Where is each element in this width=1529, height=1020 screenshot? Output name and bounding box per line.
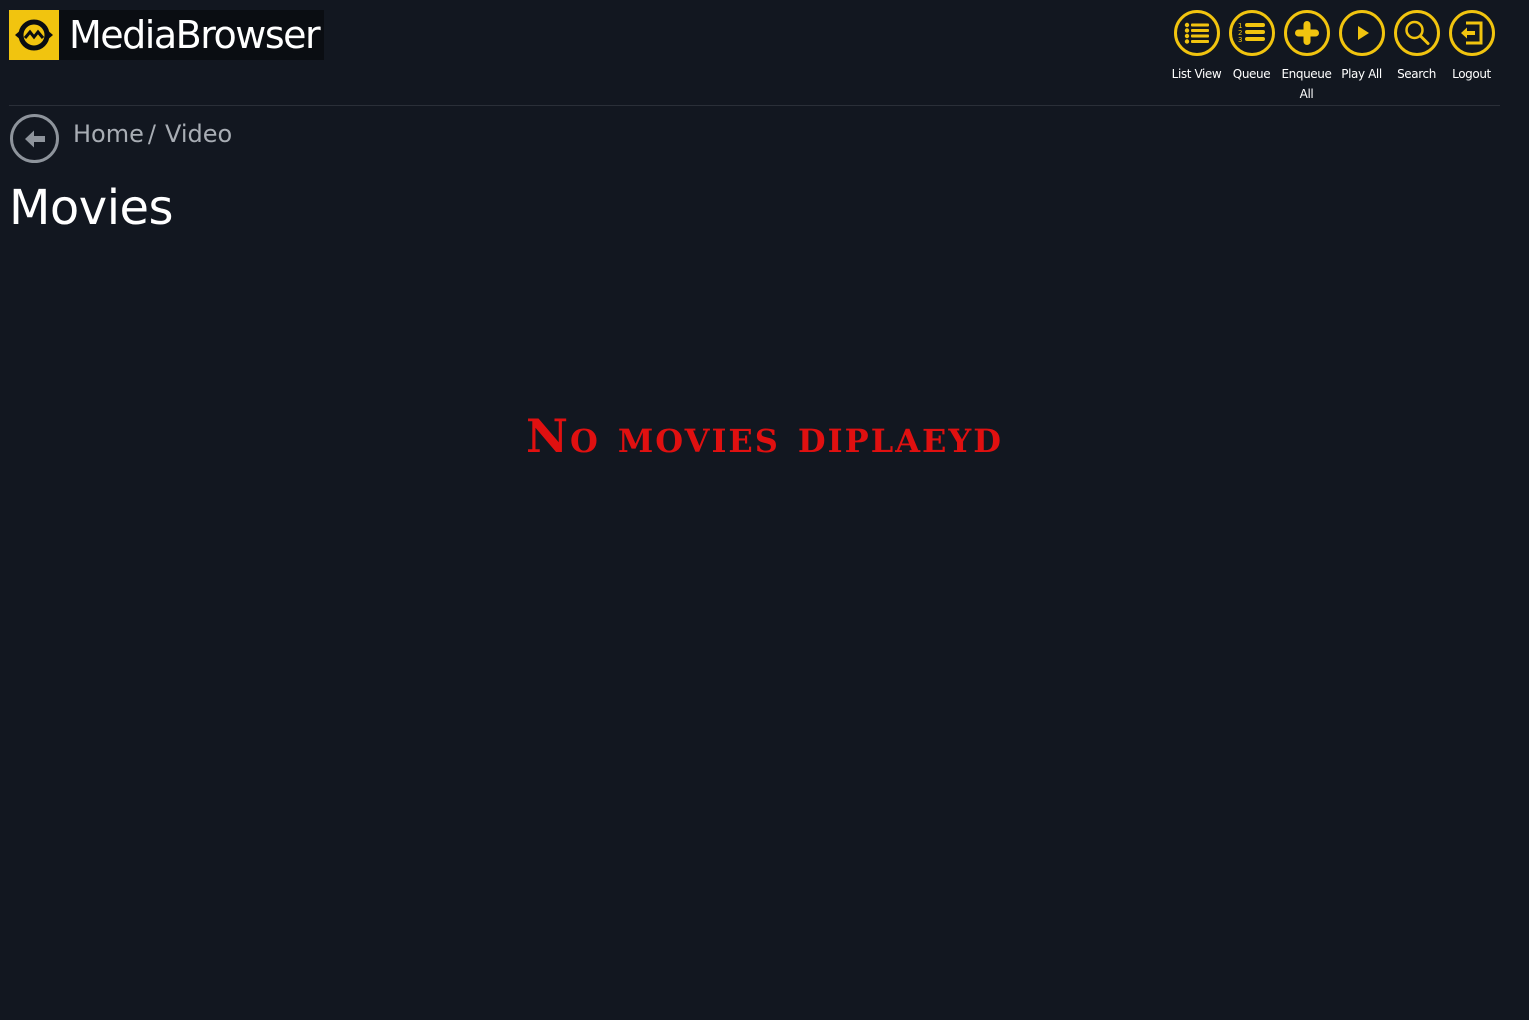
list-view-label: List View [1171, 67, 1222, 81]
empty-state-message: No movies diplaeyd [525, 409, 1004, 463]
list-view-button[interactable]: List View [1169, 10, 1224, 104]
enqueue-all-label: Enqueue All [1281, 67, 1332, 101]
play-all-label: Play All [1341, 67, 1382, 81]
logo-mark-icon [9, 10, 59, 60]
plus-icon [1283, 10, 1330, 56]
search-button[interactable]: Search [1389, 10, 1444, 104]
list-view-icon [1173, 10, 1220, 56]
page: MediaBrowser List View 1 2 3 Queue Enque… [0, 0, 1529, 1020]
queue-button[interactable]: 1 2 3 Queue [1224, 10, 1279, 104]
play-icon [1338, 10, 1385, 56]
app-logo[interactable]: MediaBrowser [9, 10, 324, 60]
logout-label: Logout [1452, 67, 1491, 81]
queue-icon: 1 2 3 [1228, 10, 1275, 56]
enqueue-all-button[interactable]: Enqueue All [1279, 10, 1334, 104]
toolbar: List View 1 2 3 Queue Enqueue All Play A… [1169, 10, 1499, 104]
breadcrumb-separator: / [147, 120, 156, 148]
play-all-button[interactable]: Play All [1334, 10, 1389, 104]
logout-button[interactable]: Logout [1444, 10, 1499, 104]
breadcrumb-home[interactable]: Home [73, 120, 144, 148]
breadcrumb: Home / Video [73, 120, 232, 148]
search-label: Search [1397, 67, 1436, 81]
breadcrumb-video[interactable]: Video [165, 120, 232, 148]
back-arrow-icon [20, 124, 50, 154]
queue-label: Queue [1232, 67, 1271, 81]
header-divider [9, 105, 1500, 106]
logout-icon [1448, 10, 1495, 56]
page-title: Movies [9, 180, 174, 236]
back-button[interactable] [10, 114, 59, 163]
search-icon [1393, 10, 1440, 56]
svg-text:3: 3 [1238, 36, 1242, 44]
logo-text: MediaBrowser [69, 13, 321, 57]
